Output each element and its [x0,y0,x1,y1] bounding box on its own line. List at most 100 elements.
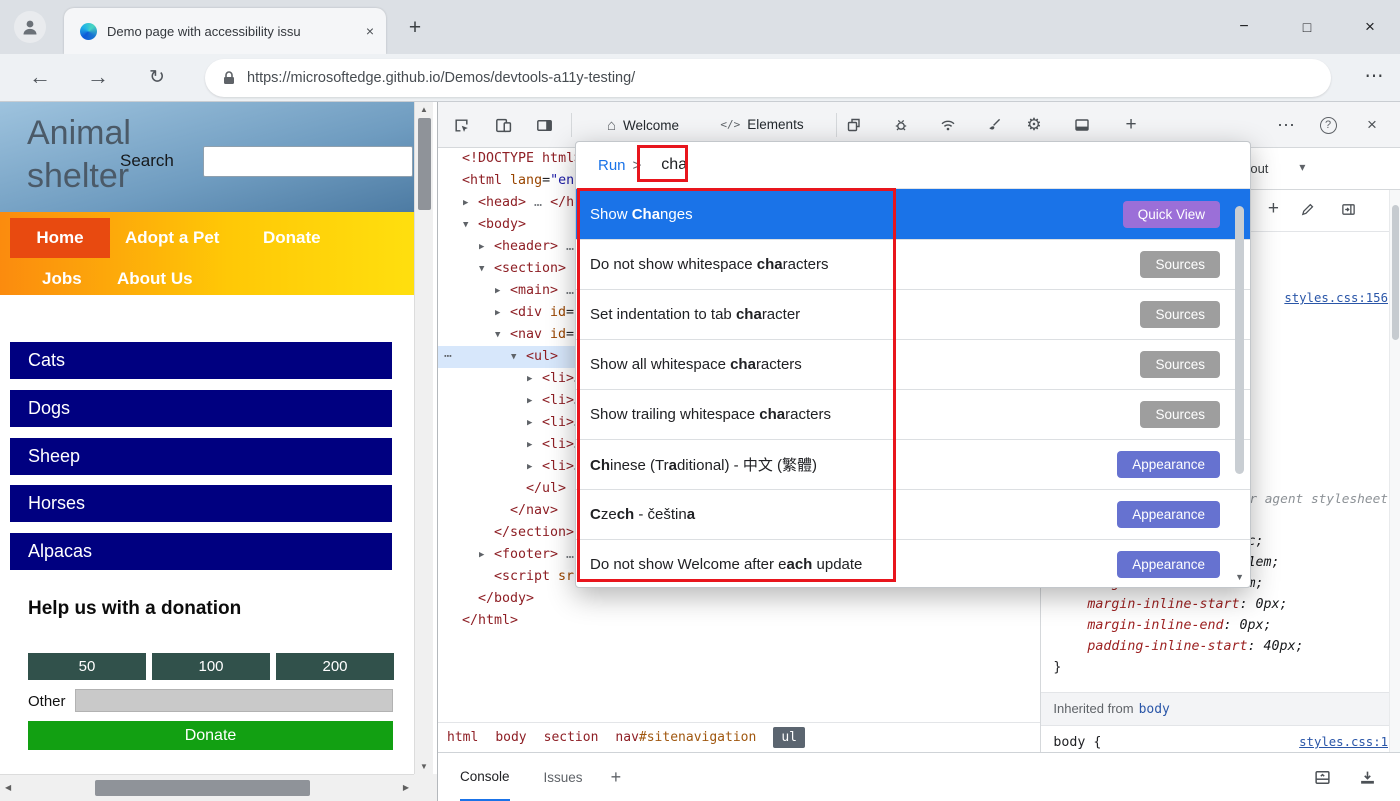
palette-query-input[interactable]: cha [661,156,687,174]
palette-scroll-thumb[interactable] [1235,206,1244,474]
back-button[interactable]: ← [24,62,56,94]
expand-arrow-icon[interactable]: ▼ [479,258,494,280]
tab-issues[interactable]: Issues [544,753,583,801]
command-item[interactable]: Show trailing whitespace charactersSourc… [576,389,1250,439]
breadcrumb-item[interactable]: section [544,730,599,745]
css-property[interactable]: padding-inline-start: 40px; [1053,636,1388,657]
browser-menu-button[interactable]: ⋯ [1358,62,1390,94]
expand-arrow-icon[interactable]: ▶ [527,456,542,478]
amount-button[interactable]: 50 [28,653,146,680]
expand-arrow-icon[interactable]: ▶ [527,412,542,434]
dock-bottom-icon[interactable] [1070,113,1094,137]
animal-button[interactable]: Dogs [10,390,392,427]
nav-item-jobs[interactable]: Jobs [42,269,82,289]
dom-tree-node[interactable]: </body> [438,588,1040,610]
other-amount-input[interactable] [75,689,393,712]
browser-tab[interactable]: Demo page with accessibility issu × [64,8,386,54]
animal-button[interactable]: Sheep [10,438,392,475]
wifi-icon[interactable] [936,113,960,137]
dock-drawer-icon[interactable] [1314,769,1331,786]
refresh-button[interactable]: ↻ [141,62,173,94]
styles-scroll-thumb[interactable] [1392,205,1399,340]
pen-icon[interactable] [1300,202,1315,217]
forward-button[interactable]: → [82,62,114,94]
styles-scrollbar[interactable] [1389,190,1400,752]
command-item[interactable]: Chinese (Traditional) - 中文 (繁體)Appearanc… [576,439,1250,489]
expand-drawer-button[interactable] [1359,769,1376,786]
horizontal-scroll-thumb[interactable] [95,780,310,796]
expand-arrow-icon[interactable]: ▶ [527,434,542,456]
paintbrush-icon[interactable] [982,113,1006,137]
add-tab-button[interactable]: + [1119,113,1143,137]
expand-arrow-icon[interactable]: ▶ [463,192,478,214]
dock-panel-icon[interactable] [532,113,556,137]
breadcrumb-item[interactable]: nav#sitenavigation [615,730,756,745]
palette-scroll-down-icon[interactable]: ▼ [1235,572,1244,582]
stylesheet-link[interactable]: styles.css:1 [1299,732,1388,752]
expand-arrow-icon[interactable]: ▼ [495,324,510,346]
command-item[interactable]: Set indentation to tab characterSources [576,289,1250,339]
scroll-right-icon[interactable]: ▶ [403,775,409,801]
profile-avatar[interactable] [14,11,46,43]
expand-arrow-icon[interactable]: ▶ [495,280,510,302]
command-item[interactable]: Do not show Welcome after each updateApp… [576,539,1250,589]
command-item[interactable]: Czech - češtinaAppearance [576,489,1250,539]
nav-item-adopt[interactable]: Adopt a Pet [125,228,219,248]
css-property[interactable]: margin-inline-start: 0px; [1053,594,1388,615]
help-icon[interactable]: ? [1316,113,1340,137]
breadcrumb-item[interactable]: html [447,730,478,745]
stylesheet-link[interactable]: styles.css:156 [1284,288,1388,309]
expand-arrow-icon[interactable]: ▼ [463,214,478,236]
dom-tree-node[interactable]: </html> [438,610,1040,632]
expand-arrow-icon[interactable]: ▶ [479,236,494,258]
device-emulation-icon[interactable] [491,113,515,137]
vertical-scroll-thumb[interactable] [418,118,431,210]
new-style-rule-button[interactable]: + [1263,198,1283,220]
nav-item-home[interactable]: Home [10,218,110,258]
css-property[interactable]: margin-inline-end: 0px; [1053,615,1388,636]
palette-scrollbar[interactable] [1233,192,1246,576]
scroll-down-icon[interactable]: ▼ [415,762,433,771]
expand-arrow-icon[interactable]: ▶ [479,544,494,566]
command-item[interactable]: Show all whitespace charactersSources [576,339,1250,389]
expand-arrow-icon[interactable]: ▶ [527,368,542,390]
page-vertical-scrollbar[interactable]: ▲ ▼ [414,102,433,774]
window-close-button[interactable]: × [1354,14,1386,40]
address-bar[interactable]: https://microsoftedge.github.io/Demos/de… [205,59,1331,97]
amount-button[interactable]: 100 [152,653,270,680]
inspect-element-icon[interactable] [449,113,473,137]
tab-console[interactable]: Console [460,753,510,801]
bug-icon[interactable] [889,113,913,137]
page-horizontal-scrollbar[interactable]: ◀ ▶ [0,774,414,801]
minimize-button[interactable]: − [1228,14,1260,40]
devtools-close-button[interactable]: × [1360,113,1384,137]
chevron-down-icon[interactable]: ▾ [1299,160,1305,174]
donate-button[interactable]: Donate [28,721,393,750]
breadcrumb-item[interactable]: body [495,730,526,745]
amount-button[interactable]: 200 [276,653,394,680]
maximize-button[interactable]: □ [1291,14,1323,40]
node-menu-icon[interactable]: ⋯ [444,346,452,368]
command-item[interactable]: Do not show whitespace charactersSources [576,239,1250,289]
animal-button[interactable]: Horses [10,485,392,522]
animal-button[interactable]: Alpacas [10,533,392,570]
scroll-left-icon[interactable]: ◀ [5,775,11,801]
animal-button[interactable]: Cats [10,342,392,379]
open-sidebar-icon[interactable] [1341,202,1356,217]
command-item[interactable]: Show ChangesQuick View [576,189,1250,239]
css-selector[interactable]: body { [1053,735,1101,750]
panel-squares-icon[interactable] [842,113,866,137]
expand-arrow-icon[interactable]: ▶ [527,390,542,412]
nav-item-donate[interactable]: Donate [263,228,321,248]
expand-arrow-icon[interactable]: ▼ [511,346,526,368]
devtools-more-button[interactable]: ⋯ [1274,113,1298,137]
search-input[interactable] [203,146,413,177]
breadcrumb-item[interactable]: ul [773,727,805,748]
nav-item-about[interactable]: About Us [117,269,193,289]
expand-arrow-icon[interactable]: ▶ [495,302,510,324]
drawer-add-button[interactable]: + [611,767,622,788]
inherited-node-link[interactable]: body [1139,702,1170,717]
tab-close-button[interactable]: × [366,23,374,39]
new-tab-button[interactable]: + [402,16,428,42]
gear-icon[interactable]: ⚙ [1022,113,1046,137]
